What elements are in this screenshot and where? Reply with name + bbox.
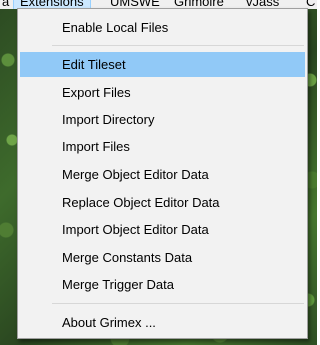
menu-item-merge-object-editor-data[interactable]: Merge Object Editor Data (20, 162, 305, 187)
menu-item-label: Import Files (62, 139, 130, 154)
menu-item-export-files[interactable]: Export Files (20, 80, 305, 105)
menu-separator (52, 303, 304, 304)
menu-item-label: Merge Trigger Data (62, 277, 174, 292)
menu-item-label: Replace Object Editor Data (62, 195, 220, 210)
menu-item-label: Merge Object Editor Data (62, 167, 209, 182)
menu-item-replace-object-editor-data[interactable]: Replace Object Editor Data (20, 190, 305, 215)
menu-item-import-directory[interactable]: Import Directory (20, 107, 305, 132)
menu-separator (52, 45, 304, 46)
menu-item-label: Merge Constants Data (62, 250, 193, 265)
menu-item-label: Edit Tileset (62, 57, 126, 72)
menu-item-label: Export Files (62, 85, 131, 100)
menu-item-label: Import Object Editor Data (62, 222, 209, 237)
screen: a Extensions UMSWE Grimoire vJass C Enab… (0, 0, 317, 345)
menu-item-merge-trigger-data[interactable]: Merge Trigger Data (20, 272, 305, 297)
menu-item-label: About Grimex ... (62, 315, 156, 330)
menubar-item-partial[interactable]: a (0, 0, 15, 9)
menu-item-edit-tileset[interactable]: Edit Tileset (20, 52, 305, 77)
menu-item-label: Enable Local Files (62, 20, 169, 35)
menu-item-import-files[interactable]: Import Files (20, 134, 305, 159)
menu-item-import-object-editor-data[interactable]: Import Object Editor Data (20, 217, 305, 242)
extensions-dropdown-menu: Enable Local Files Edit Tileset Export F… (17, 8, 308, 339)
menu-item-enable-local-files[interactable]: Enable Local Files (20, 15, 305, 40)
menu-item-merge-constants-data[interactable]: Merge Constants Data (20, 245, 305, 270)
menu-item-label: Import Directory (62, 112, 155, 127)
menu-item-about-grimex[interactable]: About Grimex ... (20, 310, 305, 335)
